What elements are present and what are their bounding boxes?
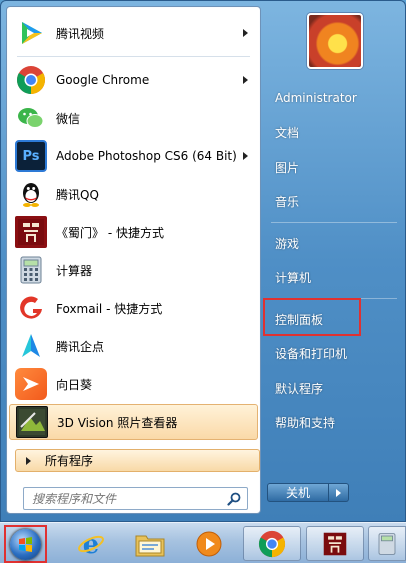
- program-item-calculator[interactable]: 计算器: [9, 251, 258, 289]
- taskbar-calculator[interactable]: [368, 526, 406, 561]
- svg-text:e: e: [83, 530, 100, 559]
- submenu-arrow-icon: [243, 76, 248, 84]
- search-box[interactable]: [23, 487, 248, 510]
- shutdown-group: 关机: [267, 483, 349, 502]
- right-item-music[interactable]: 音乐: [265, 185, 403, 220]
- search-icon[interactable]: [227, 492, 241, 509]
- program-item-3d-vision[interactable]: 3D Vision 照片查看器: [9, 404, 258, 440]
- qq-icon: [15, 178, 47, 210]
- control-panel-highlight: [263, 298, 361, 336]
- program-label: 向日葵: [56, 377, 93, 392]
- taskbar-ie[interactable]: e: [62, 526, 120, 561]
- program-label: 腾讯视频: [56, 26, 105, 41]
- right-item-computer[interactable]: 计算机: [265, 261, 403, 296]
- right-item-documents[interactable]: 文档: [265, 116, 403, 151]
- program-label: 计算器: [56, 263, 93, 278]
- taskbar: e: [0, 522, 406, 563]
- start-button[interactable]: [10, 529, 41, 560]
- user-avatar[interactable]: [307, 13, 363, 69]
- program-label: 微信: [56, 111, 81, 126]
- programs-pane: 腾讯视频 Google Chrome 微信 Ps Adobe Photoshop…: [6, 6, 261, 514]
- shutdown-button[interactable]: 关机: [267, 483, 329, 502]
- submenu-arrow-icon: [243, 29, 248, 37]
- program-label: 腾讯QQ: [56, 187, 99, 202]
- windows-logo-icon: [19, 537, 32, 552]
- taskbar-chrome[interactable]: [243, 526, 301, 561]
- search-input[interactable]: [32, 491, 212, 506]
- chrome-icon: [258, 530, 286, 557]
- shumen-game-icon: [323, 532, 347, 555]
- program-label: Google Chrome: [56, 73, 150, 87]
- program-item-photoshop[interactable]: Ps Adobe Photoshop CS6 (64 Bit): [9, 137, 258, 175]
- ie-icon: e: [78, 530, 104, 559]
- submenu-arrow-icon: [243, 152, 248, 160]
- program-item-foxmail[interactable]: Foxmail - 快捷方式: [9, 289, 258, 327]
- program-item-sunlogin[interactable]: 向日葵: [9, 365, 258, 403]
- program-item-tencent-qidian[interactable]: 腾讯企点: [9, 327, 258, 365]
- program-label: 腾讯企点: [56, 339, 105, 354]
- foxmail-icon: [15, 292, 47, 324]
- right-item-help-support[interactable]: 帮助和支持: [265, 406, 403, 441]
- chrome-icon: [15, 64, 47, 96]
- taskbar-shumen[interactable]: [306, 526, 364, 561]
- start-menu: 腾讯视频 Google Chrome 微信 Ps Adobe Photoshop…: [0, 0, 406, 522]
- divider: [271, 222, 397, 223]
- program-item-wechat[interactable]: 微信: [9, 99, 258, 137]
- program-label: 《蜀门》 - 快捷方式: [56, 225, 164, 240]
- photoshop-icon: Ps: [15, 140, 47, 172]
- right-item-devices-printers[interactable]: 设备和打印机: [265, 337, 403, 372]
- right-menu: Administrator 文档 图片 音乐 游戏 计算机 控制面板 设备和打印…: [265, 81, 403, 440]
- expand-arrow-icon: [26, 456, 31, 465]
- right-item-default-programs[interactable]: 默认程序: [265, 371, 403, 406]
- program-item-shumen[interactable]: 《蜀门》 - 快捷方式: [9, 213, 258, 251]
- program-list: 腾讯视频 Google Chrome 微信 Ps Adobe Photoshop…: [9, 14, 258, 440]
- calculator-icon: [378, 532, 396, 555]
- right-item-games[interactable]: 游戏: [265, 226, 403, 261]
- program-label: 3D Vision 照片查看器: [57, 415, 178, 430]
- program-label: Adobe Photoshop CS6 (64 Bit): [56, 149, 237, 163]
- all-programs-button[interactable]: 所有程序: [15, 449, 260, 472]
- program-item-qq[interactable]: 腾讯QQ: [9, 175, 258, 213]
- wechat-icon: [15, 102, 47, 134]
- right-item-user[interactable]: Administrator: [265, 81, 403, 116]
- program-item-chrome[interactable]: Google Chrome: [9, 61, 258, 99]
- tencent-video-icon: [15, 17, 47, 49]
- divider: [17, 56, 250, 57]
- shutdown-options-button[interactable]: [329, 483, 349, 502]
- explorer-icon: [135, 535, 165, 556]
- right-item-pictures[interactable]: 图片: [265, 150, 403, 185]
- start-button-highlight: [4, 525, 47, 563]
- chevron-right-icon: [336, 488, 341, 497]
- taskbar-explorer[interactable]: [121, 526, 179, 561]
- program-label: Foxmail - 快捷方式: [56, 301, 163, 316]
- program-item-tencent-video[interactable]: 腾讯视频: [9, 14, 258, 52]
- calculator-icon: [15, 254, 47, 286]
- taskbar-media-player[interactable]: [180, 526, 238, 561]
- tencent-qidian-icon: [15, 330, 47, 362]
- shumen-game-icon: [15, 216, 47, 248]
- 3d-vision-icon: [16, 406, 48, 438]
- sunlogin-icon: [15, 368, 47, 400]
- all-programs-label: 所有程序: [45, 454, 94, 468]
- media-player-icon: [196, 531, 222, 556]
